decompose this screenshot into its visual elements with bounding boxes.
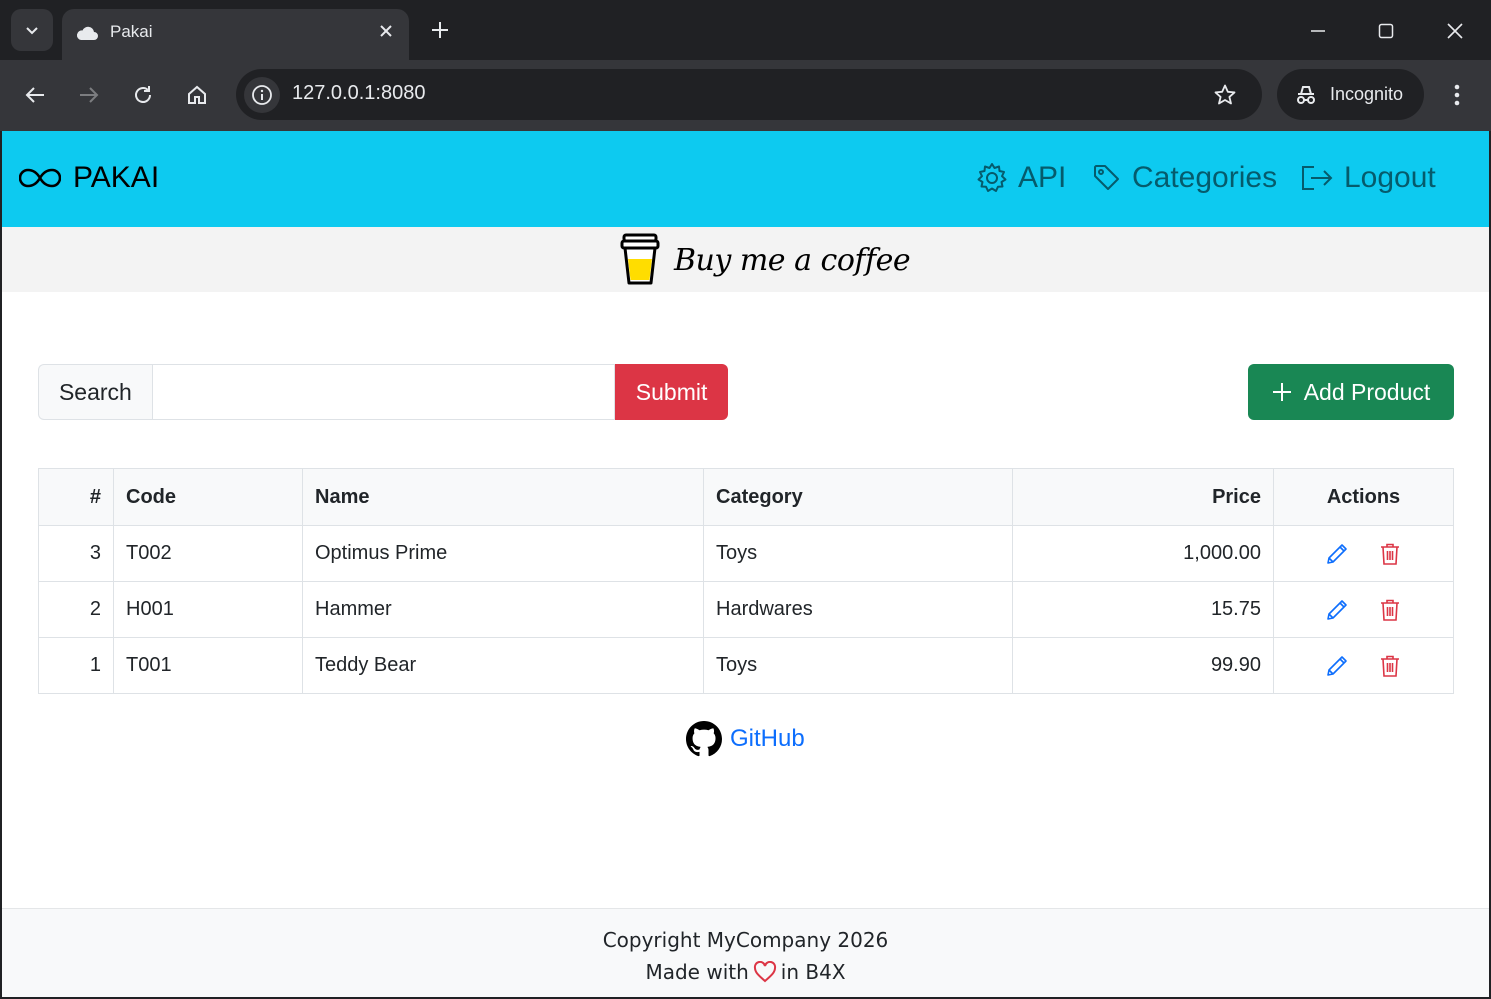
cell-price: 15.75	[1012, 581, 1274, 638]
close-tab-icon[interactable]	[376, 21, 396, 41]
logout-icon	[1302, 166, 1333, 190]
gear-icon	[977, 163, 1007, 192]
add-product-label: Add Product	[1303, 378, 1431, 405]
nav-link-label: Categories	[1132, 161, 1278, 194]
incognito-indicator[interactable]: Incognito	[1277, 69, 1424, 120]
menu-kebab-icon[interactable]	[1440, 77, 1474, 113]
made-with-prefix: Made with	[645, 960, 749, 984]
nav-link-label: API	[1018, 161, 1067, 194]
chevron-down-icon	[26, 27, 38, 35]
delete-trash-icon[interactable]	[1375, 651, 1405, 681]
delete-trash-icon[interactable]	[1375, 539, 1405, 569]
coffee-cup-icon	[620, 233, 660, 285]
bookmark-star-icon[interactable]	[1210, 80, 1240, 110]
github-link[interactable]: GitHub	[686, 721, 805, 757]
cell-price: 99.90	[1012, 637, 1274, 694]
cell-number: 3	[38, 525, 114, 582]
column-header-code: Code	[113, 468, 303, 526]
products-table: # Code Name Category Price Actions 3 T00…	[38, 468, 1454, 694]
cloud-icon	[76, 26, 98, 40]
cell-number: 2	[38, 581, 114, 638]
home-icon[interactable]	[179, 77, 215, 113]
browser-tab-strip: Pakai	[0, 0, 1491, 60]
edit-pencil-icon[interactable]	[1322, 651, 1352, 681]
plus-icon	[1272, 383, 1291, 401]
coffee-text: Buy me a coffee	[674, 242, 911, 278]
cell-category: Toys	[703, 637, 1013, 694]
search-label: Search	[38, 364, 152, 420]
cell-code: T002	[113, 525, 303, 582]
cell-code: H001	[113, 581, 303, 638]
column-header-name: Name	[302, 468, 704, 526]
tab-search-button[interactable]	[11, 9, 53, 51]
cell-number: 1	[38, 637, 114, 694]
incognito-label: Incognito	[1330, 84, 1404, 104]
nav-link-categories[interactable]: Categories	[1092, 161, 1277, 195]
cell-actions	[1273, 525, 1454, 582]
brand-name: PAKAI	[73, 161, 160, 194]
search-form: Search Submit	[38, 364, 728, 420]
made-with-line: Made with in B4X	[2, 960, 1489, 984]
back-arrow-icon[interactable]	[17, 77, 53, 113]
table-header-row: # Code Name Category Price Actions	[38, 468, 1454, 526]
address-bar[interactable]: 127.0.0.1:8080	[236, 69, 1262, 120]
tab-title: Pakai	[110, 22, 153, 41]
nav-link-api[interactable]: API	[976, 161, 1066, 195]
edit-pencil-icon[interactable]	[1322, 595, 1352, 625]
copyright-text: Copyright MyCompany 2026	[602, 928, 889, 952]
submit-button[interactable]: Submit	[615, 364, 728, 420]
github-icon	[686, 721, 722, 757]
delete-trash-icon[interactable]	[1375, 595, 1405, 625]
column-header-category: Category	[703, 468, 1013, 526]
incognito-icon	[1297, 86, 1315, 104]
url-text: 127.0.0.1:8080	[292, 82, 426, 104]
browser-tab[interactable]: Pakai	[62, 9, 409, 60]
nav-link-logout[interactable]: Logout	[1300, 161, 1436, 195]
browser-toolbar: 127.0.0.1:8080 Incognito	[0, 60, 1491, 131]
column-header-number: #	[38, 468, 114, 526]
column-header-price: Price	[1012, 468, 1274, 526]
table-row: 1 T001 Teddy Bear Toys 99.90	[38, 637, 1454, 694]
made-with-suffix: in B4X	[780, 960, 846, 984]
new-tab-icon[interactable]	[426, 16, 454, 44]
infinity-icon	[19, 168, 61, 188]
brand-link[interactable]: PAKAI	[19, 161, 159, 195]
buy-me-a-coffee-link[interactable]: Buy me a coffee	[620, 233, 911, 287]
cell-price: 1,000.00	[1012, 525, 1274, 582]
cell-actions	[1273, 637, 1454, 694]
table-row: 3 T002 Optimus Prime Toys 1,000.00	[38, 525, 1454, 582]
column-header-actions: Actions	[1273, 468, 1454, 526]
cell-name: Optimus Prime	[302, 525, 704, 582]
heart-icon	[753, 961, 776, 983]
forward-arrow-icon[interactable]	[71, 77, 107, 113]
github-label: GitHub	[730, 725, 805, 752]
search-input[interactable]	[151, 364, 616, 420]
cell-name: Hammer	[302, 581, 704, 638]
reload-icon[interactable]	[125, 77, 161, 113]
coffee-banner: Buy me a coffee	[2, 227, 1489, 292]
cell-code: T001	[113, 637, 303, 694]
tag-icon	[1094, 165, 1119, 190]
cell-actions	[1273, 581, 1454, 638]
minimize-icon[interactable]	[1298, 14, 1338, 48]
cell-category: Toys	[703, 525, 1013, 582]
cell-name: Teddy Bear	[302, 637, 704, 694]
add-product-button[interactable]: Add Product	[1248, 364, 1454, 420]
top-navbar: PAKAI API Categories Logout	[2, 131, 1489, 227]
close-window-icon[interactable]	[1435, 14, 1475, 48]
maximize-icon[interactable]	[1366, 14, 1406, 48]
web-page: PAKAI API Categories Logout Buy me a cof…	[2, 131, 1489, 997]
edit-pencil-icon[interactable]	[1322, 539, 1352, 569]
table-row: 2 H001 Hammer Hardwares 15.75	[38, 581, 1454, 638]
page-footer: Copyright MyCompany 2026 Made with in B4…	[2, 908, 1489, 997]
nav-link-label: Logout	[1344, 161, 1436, 194]
cell-category: Hardwares	[703, 581, 1013, 638]
site-info-icon[interactable]	[244, 77, 280, 113]
